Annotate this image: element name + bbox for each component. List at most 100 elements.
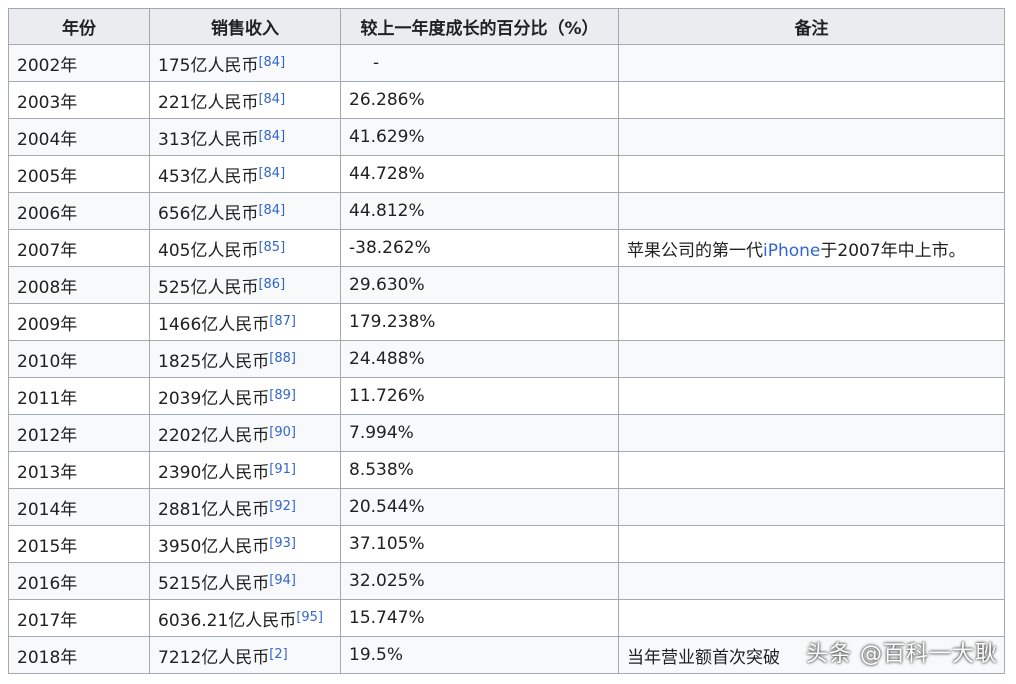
table-row: 2004年 313亿人民币[84] 41.629% [8,118,1005,156]
cell-year: 2017年 [8,599,150,637]
table-row: 2007年 405亿人民币[85] -38.262% 苹果公司的第一代iPhone于2… [8,229,1005,267]
revenue-value: 175亿人民币 [158,55,259,76]
watermark: 头条 @百科一大耿 [806,642,998,667]
cell-growth: 24.488% [340,340,619,378]
cell-year: 2004年 [8,118,150,156]
cell-revenue: 7212亿人民币[2] [149,636,341,674]
cell-note [618,488,1005,526]
cell-growth: 37.105% [340,525,619,563]
table-row: 2010年 1825亿人民币[88] 24.488% [8,340,1005,378]
cell-growth: 15.747% [340,599,619,637]
reference-link[interactable]: [95] [296,610,323,625]
revenue-value: 5215亿人民币 [158,573,270,594]
cell-growth: 44.812% [340,192,619,230]
reference-link[interactable]: [93] [269,536,296,551]
revenue-value: 656亿人民币 [158,203,259,224]
cell-note [618,451,1005,489]
cell-growth: 11.726% [340,377,619,415]
cell-year: 2002年 [8,44,150,82]
note-text-tail: 于2007年中上市。 [820,240,966,261]
revenue-value: 3950亿人民币 [158,536,270,557]
cell-year: 2010年 [8,340,150,378]
cell-revenue: 5215亿人民币[94] [149,562,341,600]
note-text: 苹果公司的第一代 [627,240,763,261]
cell-revenue: 2202亿人民币[90] [149,414,341,452]
table-row: 2016年 5215亿人民币[94] 32.025% [8,562,1005,600]
reference-link[interactable]: [84] [258,92,285,107]
reference-link[interactable]: [91] [269,462,296,477]
cell-revenue: 2039亿人民币[89] [149,377,341,415]
table-row: 2013年 2390亿人民币[91] 8.538% [8,451,1005,489]
reference-link[interactable]: [89] [269,388,296,403]
cell-growth: 41.629% [340,118,619,156]
cell-growth: 26.286% [340,81,619,119]
cell-year: 2012年 [8,414,150,452]
table-row: 2006年 656亿人民币[84] 44.812% [8,192,1005,230]
cell-growth: 8.538% [340,451,619,489]
cell-year: 2008年 [8,266,150,304]
revenue-value: 2881亿人民币 [158,499,270,520]
reference-link[interactable]: [94] [269,573,296,588]
cell-revenue: 2881亿人民币[92] [149,488,341,526]
table-row: 2017年 6036.21亿人民币[95] 15.747% [8,599,1005,637]
reference-link[interactable]: [92] [269,499,296,514]
reference-link[interactable]: [84] [258,203,285,218]
revenue-value: 453亿人民币 [158,166,259,187]
header-year: 年份 [8,8,150,45]
cell-revenue: 313亿人民币[84] [149,118,341,156]
cell-growth: 44.728% [340,155,619,193]
header-note: 备注 [618,8,1005,45]
table-row: 2014年 2881亿人民币[92] 20.544% [8,488,1005,526]
cell-growth: 7.994% [340,414,619,452]
cell-revenue: 1825亿人民币[88] [149,340,341,378]
reference-link[interactable]: [84] [258,166,285,181]
revenue-value: 1466亿人民币 [158,314,270,335]
cell-growth: 32.025% [340,562,619,600]
revenue-value: 6036.21亿人民币 [158,610,297,631]
revenue-table: 年份 销售收入 较上一年度成长的百分比（%） 备注 2002年 175亿人民币[8… [8,8,1005,674]
table-header-row: 年份 销售收入 较上一年度成长的百分比（%） 备注 [8,8,1005,45]
cell-year: 2015年 [8,525,150,563]
cell-revenue: 525亿人民币[86] [149,266,341,304]
reference-link[interactable]: [88] [269,351,296,366]
cell-note [618,340,1005,378]
cell-year: 2016年 [8,562,150,600]
table-row: 2011年 2039亿人民币[89] 11.726% [8,377,1005,415]
cell-year: 2006年 [8,192,150,230]
reference-link[interactable]: [84] [258,129,285,144]
reference-link[interactable]: [90] [269,425,296,440]
cell-revenue: 221亿人民币[84] [149,81,341,119]
table-row: 2003年 221亿人民币[84] 26.286% [8,81,1005,119]
cell-note [618,525,1005,563]
table-row: 2015年 3950亿人民币[93] 37.105% [8,525,1005,563]
table-row: 2008年 525亿人民币[86] 29.630% [8,266,1005,304]
reference-link[interactable]: [85] [258,240,285,255]
cell-note [618,81,1005,119]
revenue-value: 525亿人民币 [158,277,259,298]
reference-link[interactable]: [86] [258,277,285,292]
cell-note [618,599,1005,637]
reference-link[interactable]: [2] [269,647,287,662]
cell-revenue: 175亿人民币[84] [149,44,341,82]
cell-growth: 19.5% [340,636,619,674]
note-link-iphone[interactable]: iPhone [763,241,820,261]
table-row: 2005年 453亿人民币[84] 44.728% [8,155,1005,193]
revenue-value: 7212亿人民币 [158,647,270,668]
cell-note [618,118,1005,156]
cell-note [618,414,1005,452]
cell-year: 2014年 [8,488,150,526]
cell-revenue: 656亿人民币[84] [149,192,341,230]
reference-link[interactable]: [87] [269,314,296,329]
cell-year: 2011年 [8,377,150,415]
reference-link[interactable]: [84] [258,55,285,70]
cell-note [618,192,1005,230]
cell-note [618,377,1005,415]
cell-growth: 20.544% [340,488,619,526]
cell-note [618,562,1005,600]
cell-year: 2013年 [8,451,150,489]
cell-year: 2003年 [8,81,150,119]
cell-growth: 29.630% [340,266,619,304]
cell-year: 2007年 [8,229,150,267]
note-text: 当年营业额首次突破 [627,647,780,668]
cell-revenue: 405亿人民币[85] [149,229,341,267]
